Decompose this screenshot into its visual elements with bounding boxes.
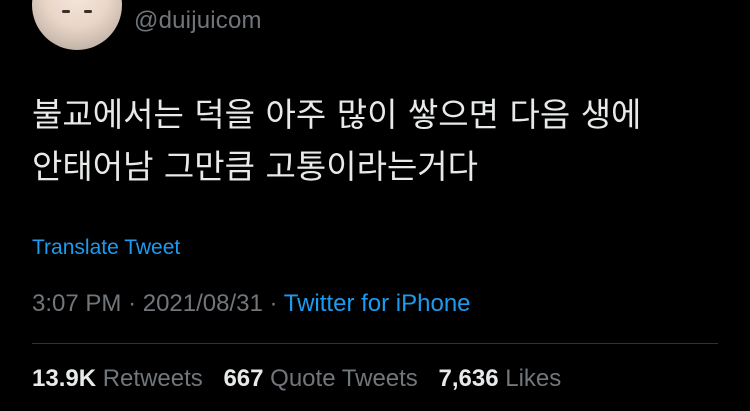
tweet-text-line: 불교에서는 덕을 아주 많이 쌓으면 다음 생에: [32, 95, 642, 134]
likes-label: Likes: [505, 365, 562, 392]
tweet-date[interactable]: 2021/08/31: [143, 290, 263, 317]
quote-tweets-label: Quote Tweets: [270, 365, 418, 392]
meta-separator: ·: [128, 290, 137, 317]
engagement-stats: 13.9K Retweets 667 Quote Tweets 7,636 Li…: [32, 365, 575, 393]
likes-stat[interactable]: 7,636 Likes: [438, 365, 561, 392]
avatar-eye-right: [84, 10, 92, 13]
meta-separator: ·: [269, 290, 278, 317]
author-handle[interactable]: @duijuicom: [134, 7, 262, 35]
tweet-metadata: 3:07 PM · 2021/08/31 · Twitter for iPhon…: [32, 290, 471, 318]
translate-tweet-link[interactable]: Translate Tweet: [32, 236, 180, 260]
tweet-text-line: 안태어남 그만큼 고통이라는거다: [32, 147, 479, 186]
quote-tweets-count: 667: [223, 365, 264, 392]
tweet-source-link[interactable]: Twitter for iPhone: [284, 290, 471, 317]
avatar-eye-left: [62, 10, 70, 13]
tweet-text: 불교에서는 덕을 아주 많이 쌓으면 다음 생에 안태어남 그만큼 고통이라는거…: [32, 89, 722, 193]
likes-count: 7,636: [438, 365, 499, 392]
retweets-count: 13.9K: [32, 365, 97, 392]
divider: [32, 343, 718, 344]
tweet-time[interactable]: 3:07 PM: [32, 290, 121, 317]
quote-tweets-stat[interactable]: 667 Quote Tweets: [223, 365, 424, 392]
retweets-label: Retweets: [102, 365, 203, 392]
retweets-stat[interactable]: 13.9K Retweets: [32, 365, 209, 392]
avatar[interactable]: [32, 0, 122, 50]
